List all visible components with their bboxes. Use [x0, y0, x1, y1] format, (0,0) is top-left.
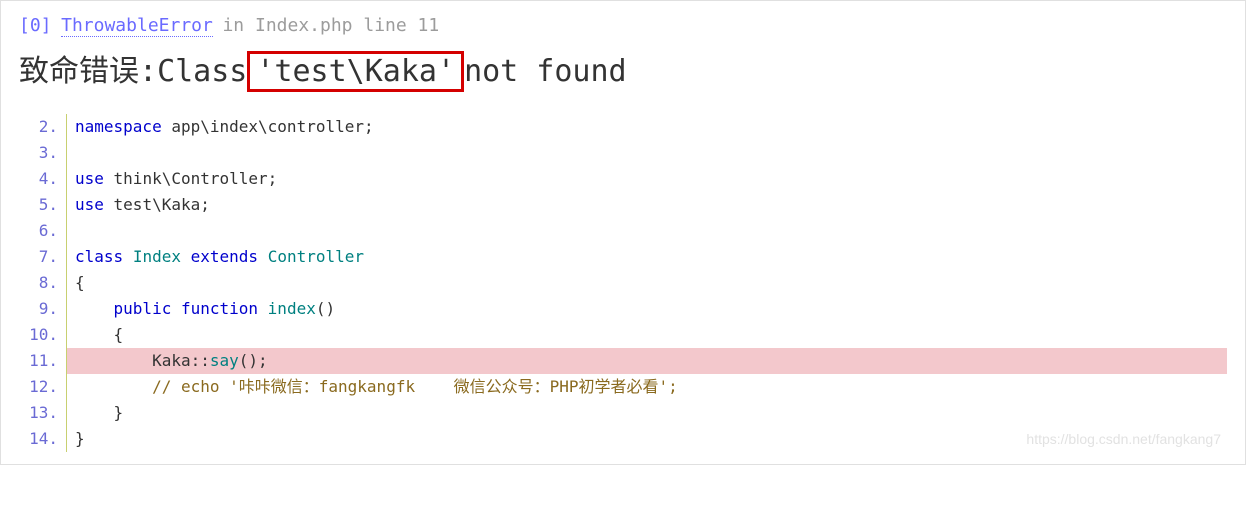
code-line: 8.{	[19, 270, 1227, 296]
code-line: 5.use test\Kaka;	[19, 192, 1227, 218]
line-number: 4.	[19, 166, 67, 192]
code-line: 10. {	[19, 322, 1227, 348]
code-content: use test\Kaka;	[67, 192, 1227, 218]
code-line: 14.}	[19, 426, 1227, 452]
line-number: 14.	[19, 426, 67, 452]
error-location: in Index.php line 11	[222, 15, 439, 36]
code-line: 3.	[19, 140, 1227, 166]
code-content: // echo '咔咔微信：fangkangfk 微信公众号：PHP初学者必看'…	[67, 374, 1227, 400]
code-content: }	[67, 400, 1227, 426]
line-number: 3.	[19, 140, 67, 166]
title-prefix: 致命错误:	[19, 46, 157, 90]
code-content: public function index()	[67, 296, 1227, 322]
code-line: 13. }	[19, 400, 1227, 426]
code-line: 2.namespace app\index\controller;	[19, 114, 1227, 140]
in-word: in	[222, 15, 244, 36]
code-line: 6.	[19, 218, 1227, 244]
title-before: Class	[157, 54, 247, 89]
error-title: 致命错误: Class 'test\Kaka' not found	[1, 36, 1245, 114]
error-header: [0] ThrowableError in Index.php line 11	[1, 1, 1245, 36]
line-number: 5.	[19, 192, 67, 218]
error-index: [0]	[19, 15, 52, 36]
code-line: 12. // echo '咔咔微信：fangkangfk 微信公众号：PHP初学…	[19, 374, 1227, 400]
code-content: Kaka::say();	[67, 348, 1227, 374]
line-number: 13.	[19, 400, 67, 426]
code-content: use think\Controller;	[67, 166, 1227, 192]
code-content	[67, 140, 1227, 166]
code-content: {	[67, 270, 1227, 296]
code-content: }	[67, 426, 1227, 452]
line-number: 6.	[19, 218, 67, 244]
line-number: 11.	[19, 348, 67, 374]
error-type-link[interactable]: ThrowableError	[61, 15, 213, 37]
code-content	[67, 218, 1227, 244]
code-line: 9. public function index()	[19, 296, 1227, 322]
code-line: 7.class Index extends Controller	[19, 244, 1227, 270]
code-content: {	[67, 322, 1227, 348]
code-line: 4.use think\Controller;	[19, 166, 1227, 192]
line-number: 7.	[19, 244, 67, 270]
file-line: Index.php line 11	[255, 15, 439, 36]
code-content: class Index extends Controller	[67, 244, 1227, 270]
line-number: 10.	[19, 322, 67, 348]
code-content: namespace app\index\controller;	[67, 114, 1227, 140]
line-number: 12.	[19, 374, 67, 400]
error-page: [0] ThrowableError in Index.php line 11 …	[0, 0, 1246, 465]
code-line-highlight: 11. Kaka::say();	[19, 348, 1227, 374]
title-after: not found	[464, 54, 627, 89]
title-highlight-box: 'test\Kaka'	[247, 51, 464, 92]
line-number: 2.	[19, 114, 67, 140]
line-number: 9.	[19, 296, 67, 322]
code-snippet: 2.namespace app\index\controller;3. 4.us…	[19, 114, 1227, 452]
line-number: 8.	[19, 270, 67, 296]
